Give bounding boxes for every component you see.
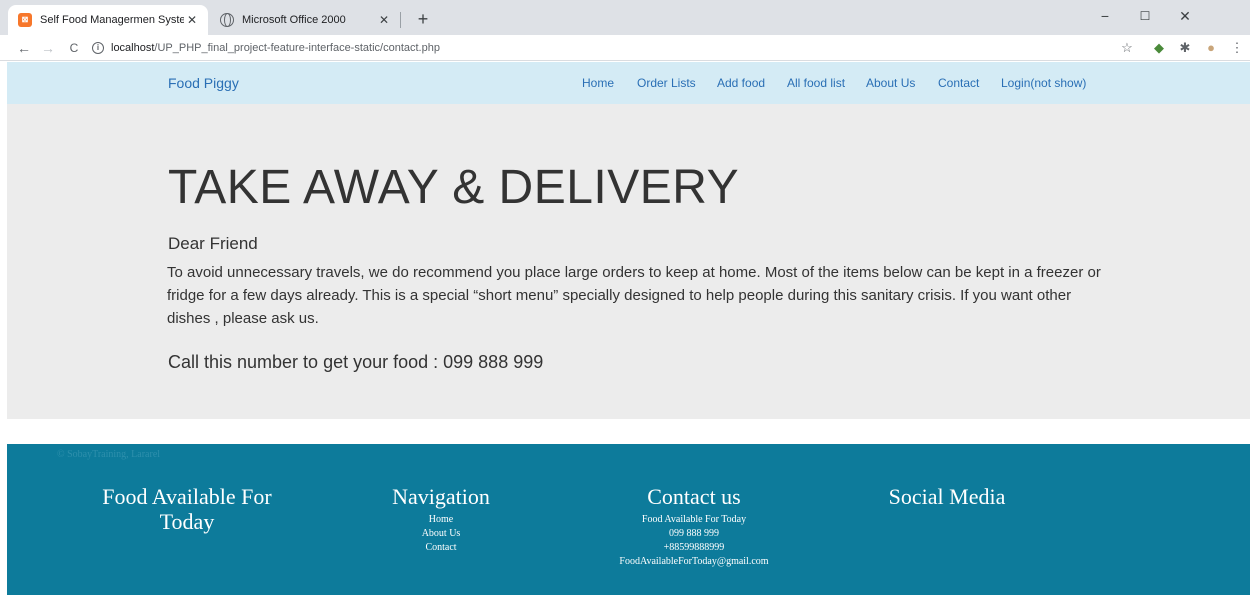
copyright-text: © SobayTraining, Lararel (57, 449, 161, 460)
browser-tab-active[interactable]: ⊠ Self Food Managermen System ✕ (8, 5, 208, 35)
hero-section: TAKE AWAY & DELIVERY Dear Friend To avoi… (7, 104, 1250, 419)
browser-tab-strip: ⊠ Self Food Managermen System ✕ Microsof… (0, 0, 1250, 35)
minimize-button[interactable]: − (1085, 6, 1125, 26)
close-window-button[interactable]: ✕ (1165, 6, 1205, 26)
tab-title: Self Food Managermen System (40, 14, 184, 26)
xampp-icon: ⊠ (18, 13, 32, 27)
site-footer: © SobayTraining, Lararel Food Available … (7, 444, 1250, 595)
back-arrow-icon[interactable]: ← (14, 38, 34, 58)
footer-contact-phone: 099 888 999 (669, 528, 719, 539)
browser-tab-inactive[interactable]: Microsoft Office 2000 ✕ (210, 5, 400, 35)
footer-contact-email[interactable]: FoodAvailableForToday@gmail.com (594, 555, 794, 569)
bookmark-star-icon[interactable]: ☆ (1118, 39, 1136, 57)
footer-link-contact[interactable]: Contact (361, 541, 521, 555)
profile-avatar-icon[interactable]: ● (1202, 39, 1220, 57)
url-field[interactable]: i localhost/UP_PHP_final_project-feature… (92, 37, 1137, 59)
footer-col-food: Food Available For Today (82, 484, 292, 534)
close-tab-icon[interactable]: ✕ (184, 13, 200, 27)
page-title: TAKE AWAY & DELIVERY (168, 161, 740, 214)
maximize-button[interactable]: ☐ (1125, 6, 1165, 26)
nav-home[interactable]: Home (582, 76, 614, 90)
nav-login[interactable]: Login(not show) (1001, 76, 1086, 90)
nav-contact[interactable]: Contact (938, 76, 979, 90)
hero-paragraph: To avoid unnecessary travels, we do reco… (167, 264, 1101, 327)
footer-col-social: Social Media (867, 484, 1027, 509)
browser-menu-icon[interactable]: ⋮ (1228, 39, 1246, 57)
info-icon[interactable]: i (92, 42, 104, 54)
globe-icon (220, 13, 234, 27)
tab-divider (400, 12, 401, 28)
nav-all-food-list[interactable]: All food list (787, 76, 845, 90)
greeting: Dear Friend (168, 234, 258, 253)
footer-col-contact: Contact us Food Available For Today 099 … (594, 484, 794, 569)
tab-title: Microsoft Office 2000 (242, 14, 346, 26)
footer-heading: Food Available For Today (102, 484, 272, 534)
footer-link-home[interactable]: Home (361, 513, 521, 527)
footer-heading: Social Media (888, 484, 1006, 509)
forward-arrow-icon[interactable]: → (38, 38, 58, 58)
nav-about-us[interactable]: About Us (866, 76, 915, 90)
footer-link-about[interactable]: About Us (361, 527, 521, 541)
site-navbar: Food Piggy Home Order Lists Add food All… (7, 62, 1250, 104)
extension-icon[interactable]: ◆ (1150, 39, 1168, 57)
nav-add-food[interactable]: Add food (717, 76, 765, 90)
brand-link[interactable]: Food Piggy (168, 75, 239, 91)
new-tab-button[interactable]: + (412, 8, 434, 30)
footer-contact-name: Food Available For Today (641, 514, 747, 525)
reload-icon[interactable]: C (64, 38, 84, 58)
extensions-puzzle-icon[interactable]: ✱ (1176, 39, 1194, 57)
footer-heading: Contact us (647, 484, 741, 509)
nav-order-lists[interactable]: Order Lists (637, 76, 696, 90)
address-bar: ← → C i localhost/UP_PHP_final_project-f… (0, 35, 1250, 61)
call-number: Call this number to get your food : 099 … (168, 352, 544, 372)
close-tab-icon[interactable]: ✕ (376, 13, 392, 27)
url-host: localhost (111, 42, 155, 54)
footer-contact-phone-intl: +88599888999 (663, 542, 725, 553)
url-path: /UP_PHP_final_project-feature-interface-… (154, 42, 440, 54)
footer-heading: Navigation (392, 484, 490, 509)
footer-col-navigation: Navigation Home About Us Contact (361, 484, 521, 555)
